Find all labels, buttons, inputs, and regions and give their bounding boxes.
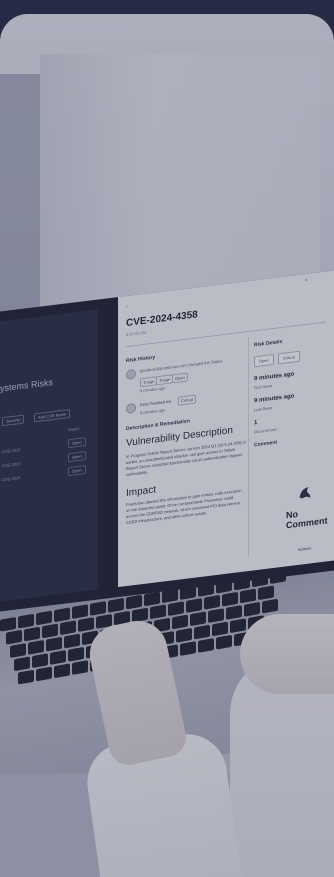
- page-title: CVE-2024-4358: [126, 309, 198, 330]
- back-chevron-icon[interactable]: ‹: [126, 304, 128, 310]
- description-toggle[interactable]: Description & Remediation: [126, 418, 190, 432]
- severity-chip: Critical: [178, 394, 197, 406]
- impact-heading: Impact: [126, 484, 157, 500]
- status-column-header: Status: [68, 425, 80, 433]
- status-badge[interactable]: Open: [68, 465, 86, 477]
- app-left-pane: ystems Risks Severity Add CVE Name Statu…: [0, 309, 98, 602]
- last-seen-label: Last Seen: [254, 405, 273, 413]
- praetorian-logo-icon: [299, 487, 311, 499]
- first-tracked-label: First Tracked on: [140, 398, 171, 408]
- first-seen-value: 9 minutes ago: [254, 371, 295, 383]
- cve-detail-panel: ‹ × CVE-2024-4358 9:00:00 AM Risk Histor…: [118, 270, 334, 588]
- no-comment-text: No Comment: [286, 508, 328, 531]
- laptop-screen: ystems Risks Severity Add CVE Name Statu…: [0, 269, 334, 614]
- comment-toggle[interactable]: Comment: [254, 440, 277, 449]
- occurrences-label: Occurrences: [254, 426, 277, 435]
- timestamp: 9:00:00 AM: [126, 329, 147, 338]
- background-wall: [0, 74, 40, 314]
- shield-icon: [126, 402, 136, 415]
- first-seen-label: First Seen: [254, 383, 273, 391]
- risk-history-toggle[interactable]: Risk History: [126, 354, 155, 364]
- actions-button[interactable]: Actions: [298, 545, 311, 552]
- nav-title[interactable]: ystems Risks: [0, 377, 53, 394]
- table-row-name[interactable]: CVE-2024: [2, 475, 20, 482]
- avatar: [126, 368, 136, 381]
- photo-scene: ystems Risks Severity Add CVE Name Statu…: [0, 14, 334, 877]
- close-icon[interactable]: ×: [304, 278, 308, 284]
- photo-frame: ystems Risks Severity Add CVE Name Statu…: [0, 0, 334, 877]
- frame-top-band: [0, 0, 334, 14]
- column-divider: [248, 336, 249, 558]
- severity-filter-button[interactable]: Severity: [2, 414, 25, 427]
- status-badge[interactable]: Open: [68, 451, 86, 463]
- status-select[interactable]: Open: [254, 353, 274, 368]
- add-cve-button[interactable]: Add CVE Name: [34, 408, 71, 423]
- right-hand: [240, 614, 334, 694]
- occurrences-value: 1: [254, 419, 258, 427]
- history-chip: Open: [172, 372, 188, 384]
- table-row-name[interactable]: CVE-2022: [2, 447, 20, 454]
- status-badge[interactable]: Open: [68, 437, 86, 449]
- last-seen-value: 9 minutes ago: [254, 393, 295, 405]
- table-row-name[interactable]: CVE-2023: [2, 461, 20, 468]
- severity-select[interactable]: Critical: [278, 350, 301, 365]
- first-tracked-time: 9 minutes ago: [140, 407, 166, 416]
- history-chip: Triage: [156, 374, 174, 386]
- background-window: [40, 54, 320, 314]
- risk-details-label: Risk Details: [254, 338, 283, 349]
